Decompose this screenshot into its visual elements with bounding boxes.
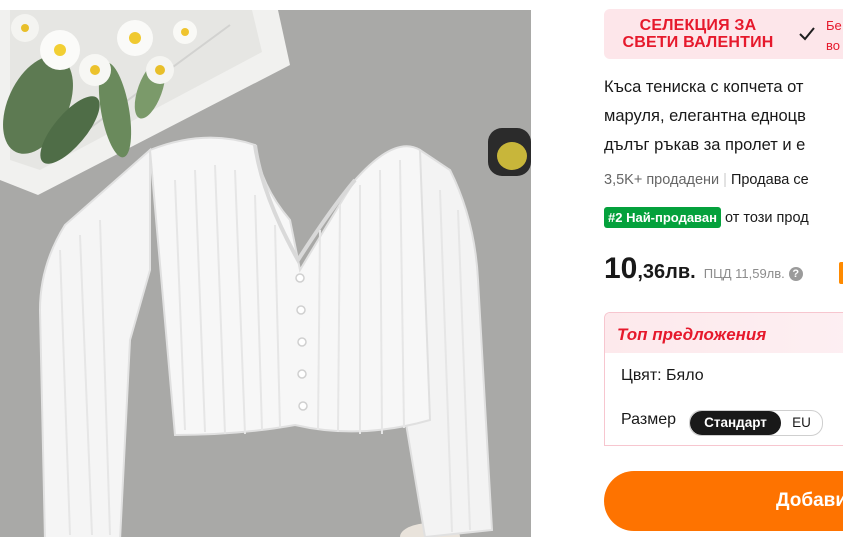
color-label: Цвят: Бяло bbox=[621, 367, 704, 384]
divider: | bbox=[723, 172, 727, 188]
top-offers-heading: Топ предложения bbox=[605, 313, 843, 353]
sold-count: 3,5K+ продадени bbox=[604, 172, 720, 188]
rank-badge: #2 Най-продаван bbox=[604, 207, 721, 228]
product-photo-illustration bbox=[0, 10, 531, 537]
bestseller-rank[interactable]: #2 Най-продаван от този прод bbox=[604, 207, 809, 228]
product-title: Къса тениска с копчета от маруля, елеган… bbox=[604, 73, 843, 160]
help-icon[interactable]: ? bbox=[788, 267, 803, 281]
sunglasses-decoration bbox=[488, 128, 531, 176]
banner-side-line1: Бе bbox=[826, 18, 842, 33]
size-option-standard[interactable]: Стандарт bbox=[690, 411, 781, 435]
add-to-cart-button[interactable]: Добави bbox=[604, 471, 843, 531]
product-title-line: маруля, елегантна едноцв bbox=[604, 107, 806, 125]
sales-info: 3,5K+ продадени | Продава се bbox=[604, 172, 809, 188]
size-label: Размер bbox=[621, 411, 676, 428]
top-offers-box: Топ предложения Цвят: Бяло Размер Станда… bbox=[604, 312, 843, 446]
product-title-line: дълъг ръкав за пролет и е bbox=[604, 136, 806, 154]
banner-side-text: Бе во bbox=[826, 16, 842, 56]
product-image[interactable] bbox=[0, 10, 531, 537]
rank-text: от този прод bbox=[724, 209, 809, 226]
seller-link[interactable]: Продава се bbox=[731, 172, 809, 188]
price-integer: 10 bbox=[604, 252, 638, 285]
product-info-panel: СЕЛЕКЦИЯ ЗА СВЕТИ ВАЛЕНТИН Бе во Къса те… bbox=[604, 0, 843, 537]
size-option-eu[interactable]: EU bbox=[781, 411, 822, 435]
original-price: ПЦД 11,59лв. bbox=[703, 266, 785, 281]
price-row: 10,36лв. ПЦД 11,59лв.? bbox=[604, 252, 803, 286]
banner-title: СЕЛЕКЦИЯ ЗА СВЕТИ ВАЛЕНТИН bbox=[618, 17, 778, 51]
valentine-selection-banner[interactable]: СЕЛЕКЦИЯ ЗА СВЕТИ ВАЛЕНТИН Бе во bbox=[604, 9, 843, 59]
banner-side-line2: во bbox=[826, 38, 840, 53]
coupon-tab[interactable] bbox=[839, 262, 843, 284]
checkmark-icon bbox=[799, 27, 815, 41]
product-title-line: Къса тениска с копчета от bbox=[604, 78, 804, 96]
price-decimal: ,36лв. bbox=[637, 261, 696, 283]
banner-title-line2: СВЕТИ ВАЛЕНТИН bbox=[622, 34, 774, 51]
banner-title-line1: СЕЛЕКЦИЯ ЗА bbox=[639, 17, 757, 34]
size-system-toggle[interactable]: Стандарт EU bbox=[689, 410, 823, 436]
